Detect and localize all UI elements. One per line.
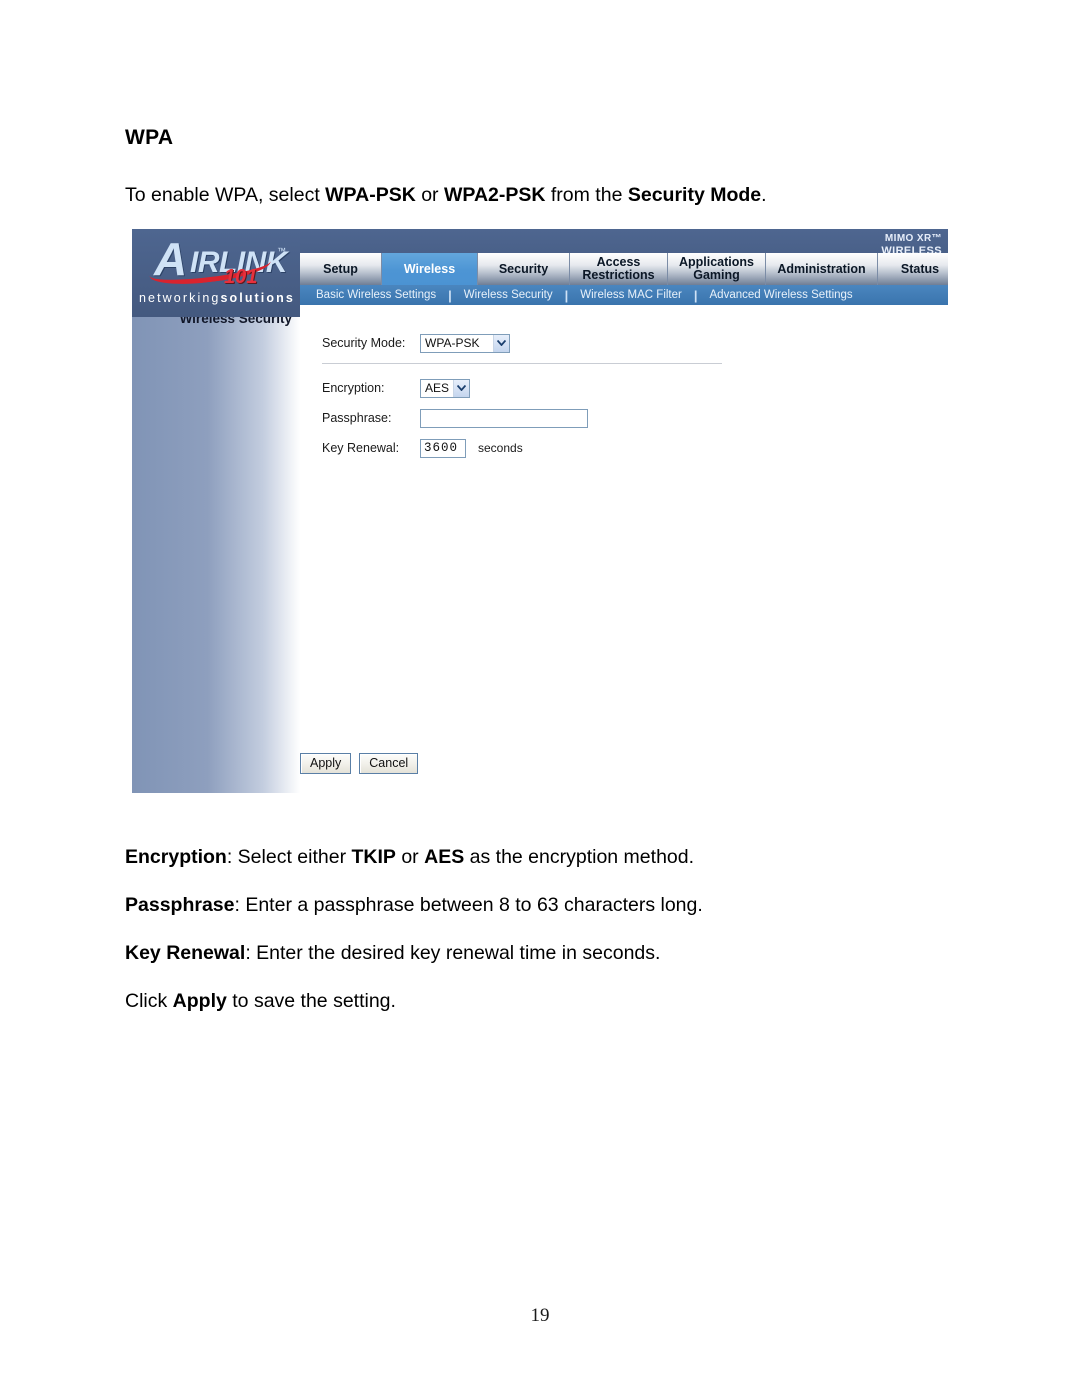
subnav-item-basic-wireless-settings[interactable]: Basic Wireless Settings <box>300 289 448 301</box>
key-renewal-note-term: Key Renewal <box>125 942 246 964</box>
page-number: 19 <box>530 1305 550 1326</box>
page-title: WPA <box>125 126 174 149</box>
airlink-logo: A IRLINK ™ 101 <box>146 236 296 290</box>
intro-bold-securitymode: Security Mode <box>627 184 762 206</box>
apply-button[interactable]: Apply <box>300 753 352 774</box>
form-divider <box>322 363 722 364</box>
settings-form: Security Mode: WPA-PSK Encryption: AES P… <box>300 305 948 817</box>
passphrase-note-term: Passphrase <box>125 894 235 916</box>
key-renewal-label: Key Renewal: <box>322 441 400 455</box>
router-ui-header: A IRLINK ™ 101 networkingsolutions MIMO … <box>132 229 948 317</box>
intro-bold-wpapsk: WPA-PSK <box>325 184 416 206</box>
logo-model-101: 101 <box>224 266 258 288</box>
tab-administration-label: Administration <box>777 261 866 276</box>
tab-security-label: Security <box>498 261 549 276</box>
key-renewal-unit-label: seconds <box>478 441 523 455</box>
apply-note-part1: Click <box>125 990 173 1012</box>
security-mode-selected-value: WPA-PSK <box>425 336 480 350</box>
passphrase-note-rest: : Enter a passphrase between 8 to 63 cha… <box>234 894 703 916</box>
tab-setup-label: Setup <box>323 261 358 276</box>
security-mode-row: Security Mode: WPA-PSK <box>322 332 510 354</box>
tab-security[interactable]: Security <box>478 253 570 285</box>
subnav-item-wireless-mac-filter[interactable]: Wireless MAC Filter <box>568 289 694 301</box>
key-renewal-input[interactable] <box>420 438 466 458</box>
security-mode-select[interactable]: WPA-PSK <box>420 333 510 353</box>
corner-model-line: MIMO XR™ <box>884 233 942 244</box>
trademark-icon: ™ <box>277 246 286 256</box>
subnav-item-wireless-security[interactable]: Wireless Security <box>452 289 565 301</box>
tab-applications-gaming[interactable]: Applications Gaming <box>668 253 766 285</box>
encryption-select[interactable]: AES <box>420 378 470 398</box>
tab-access-restrictions[interactable]: Access Restrictions <box>570 253 668 285</box>
encryption-selected-value: AES <box>425 381 450 395</box>
passphrase-input[interactable] <box>420 408 588 428</box>
chevron-down-icon[interactable] <box>493 334 509 352</box>
key-renewal-row: Key Renewal: seconds <box>322 437 523 459</box>
intro-text-part1: To enable WPA, select <box>125 184 326 206</box>
apply-note-bold-apply: Apply <box>172 990 227 1012</box>
apply-note-paragraph: Click Apply to save the setting. <box>125 988 396 1014</box>
encryption-row: Encryption: AES <box>322 377 470 399</box>
encryption-note-part1: : Select either <box>226 846 352 868</box>
tab-status-label: Status <box>900 261 940 276</box>
apply-note-part2: to save the setting. <box>226 990 396 1012</box>
tab-applications-label-line2: Gaming <box>693 268 740 282</box>
encryption-note-paragraph: Encryption: Select either TKIP or AES as… <box>125 844 694 870</box>
encryption-note-bold-tkip: TKIP <box>351 846 396 868</box>
key-renewal-note-rest: : Enter the desired key renewal time in … <box>245 942 661 964</box>
passphrase-label: Passphrase: <box>322 411 392 425</box>
encryption-note-bold-aes: AES <box>424 846 465 868</box>
tab-status[interactable]: Status <box>878 253 948 285</box>
chevron-down-icon[interactable] <box>453 379 469 397</box>
intro-text-part4: . <box>761 184 767 206</box>
subnav-item-advanced-wireless-settings[interactable]: Advanced Wireless Settings <box>698 289 865 301</box>
sub-navigation-items: Basic Wireless Settings | Wireless Secur… <box>300 285 948 305</box>
sidebar-panel: Wireless Security <box>132 305 300 793</box>
key-renewal-note-paragraph: Key Renewal: Enter the desired key renew… <box>125 940 660 966</box>
main-tab-bar: Setup Wireless Security Access Restricti… <box>300 253 948 285</box>
router-ui-body: Wireless Security Security Mode: WPA-PSK… <box>132 305 948 817</box>
intro-paragraph: To enable WPA, select WPA-PSK or WPA2-PS… <box>125 182 767 208</box>
encryption-note-part2: or <box>395 846 425 868</box>
passphrase-row: Passphrase: <box>322 407 588 429</box>
tagline-networking: networking <box>139 291 221 305</box>
encryption-note-term: Encryption <box>125 846 227 868</box>
intro-text-part3: from the <box>545 184 628 206</box>
airlink-brand-block: A IRLINK ™ 101 networkingsolutions <box>132 229 300 317</box>
cancel-button[interactable]: Cancel <box>359 753 419 774</box>
tagline-solutions: solutions <box>220 291 295 305</box>
tab-wireless-label: Wireless <box>403 261 456 276</box>
tab-administration[interactable]: Administration <box>766 253 878 285</box>
tab-setup[interactable]: Setup <box>300 253 382 285</box>
form-button-row: Apply Cancel <box>300 753 419 774</box>
encryption-note-part3: as the encryption method. <box>464 846 695 868</box>
intro-text-part2: or <box>415 184 444 206</box>
brand-tagline: networkingsolutions <box>139 291 295 305</box>
encryption-label: Encryption: <box>322 381 385 395</box>
intro-bold-wpa2psk: WPA2-PSK <box>443 184 546 206</box>
passphrase-note-paragraph: Passphrase: Enter a passphrase between 8… <box>125 892 703 918</box>
router-admin-ui-screenshot: A IRLINK ™ 101 networkingsolutions MIMO … <box>132 229 948 817</box>
tab-access-label-line2: Restrictions <box>582 268 655 282</box>
tab-wireless[interactable]: Wireless <box>382 253 478 285</box>
security-mode-label: Security Mode: <box>322 336 406 350</box>
